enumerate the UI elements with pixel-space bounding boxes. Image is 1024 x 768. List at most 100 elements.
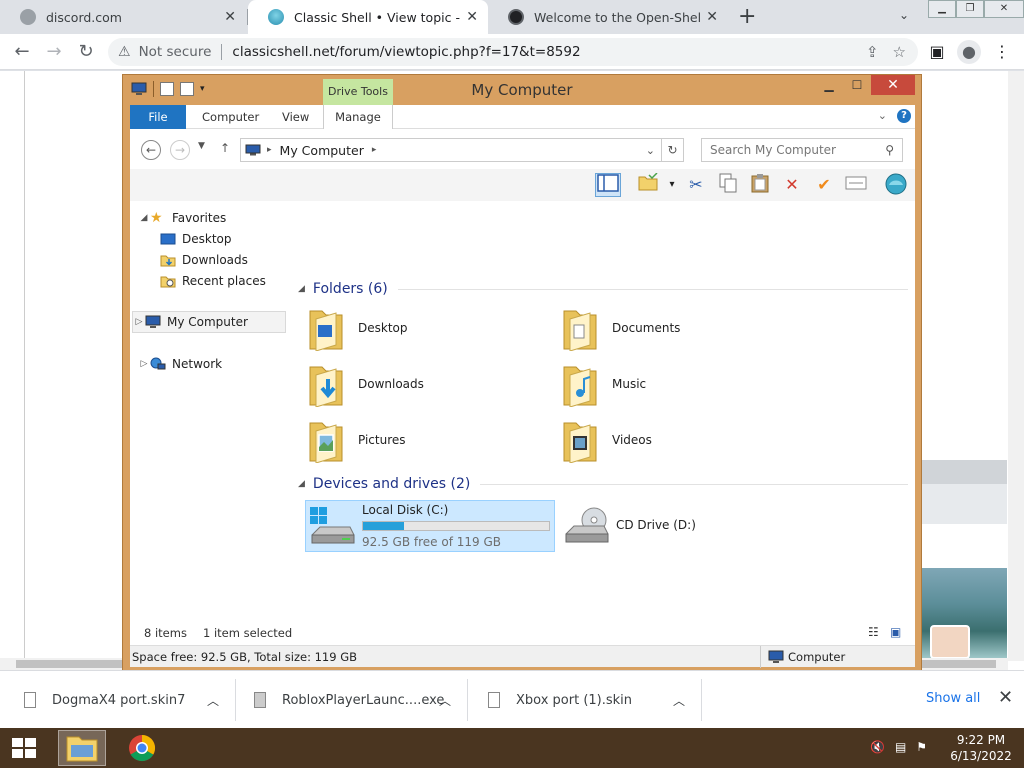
delete-icon[interactable]: ✕ <box>779 173 805 197</box>
rename-check-icon[interactable]: ✔ <box>811 173 837 197</box>
chevron-down-icon[interactable]: ▾ <box>659 173 685 197</box>
drive-label: Local Disk (C:) <box>362 503 449 517</box>
desktop-icon <box>160 233 176 245</box>
download-item[interactable]: DogmaX4 port.skin7 ︿ <box>24 679 236 721</box>
close-icon[interactable]: ✕ <box>224 9 236 25</box>
tab-manage[interactable]: Manage <box>323 105 393 129</box>
chevron-up-icon[interactable]: ︿ <box>207 692 219 709</box>
nav-favorites[interactable]: ◢ ★ Favorites <box>138 207 294 229</box>
vertical-scrollbar[interactable] <box>1008 71 1024 661</box>
folder-item-desktop[interactable]: Desktop <box>306 302 546 354</box>
download-item[interactable]: Xbox port (1).skin ︿ <box>488 679 702 721</box>
cut-icon[interactable]: ✂ <box>683 173 709 197</box>
refresh-icon[interactable]: ↻ <box>662 138 684 162</box>
folder-item-music[interactable]: Music <box>560 358 800 410</box>
collapse-icon[interactable]: ◢ <box>298 479 305 489</box>
shell-icon[interactable] <box>883 173 909 197</box>
explorer-address-bar[interactable]: ▸ My Computer ▸ ⌄ <box>240 138 662 162</box>
drive-item-c[interactable]: Local Disk (C:) 92.5 GB free of 119 GB <box>305 500 555 552</box>
downloads-folder-icon <box>309 366 343 407</box>
search-input[interactable]: Search My Computer ⚲ <box>701 138 903 162</box>
address-bar[interactable]: ⚠ Not secure classicshell.net/forum/view… <box>108 38 918 66</box>
action-center-icon[interactable]: ⚑ <box>916 740 927 754</box>
close-icon[interactable]: ✕ <box>706 9 718 25</box>
expand-icon[interactable]: ◢ <box>138 213 150 223</box>
properties-icon[interactable] <box>160 82 174 96</box>
help-icon[interactable]: ? <box>897 109 911 123</box>
folder-item-downloads[interactable]: Downloads <box>306 358 546 410</box>
minimize-icon[interactable]: ▁ <box>815 75 843 95</box>
chevron-down-icon[interactable]: ⌄ <box>646 144 655 157</box>
nav-recent-places[interactable]: Recent places <box>160 270 316 292</box>
taskbar-chrome[interactable] <box>118 730 166 766</box>
tab-file[interactable]: File <box>130 105 186 129</box>
folder-item-videos[interactable]: Videos <box>560 414 800 466</box>
network-icon[interactable]: ▤ <box>895 740 906 754</box>
shell-icon <box>268 9 284 25</box>
new-folder-icon[interactable] <box>180 82 194 96</box>
taskbar-file-explorer[interactable] <box>58 730 106 766</box>
preview-pane-icon[interactable] <box>595 173 621 197</box>
explorer-titlebar[interactable]: My Computer ▾ Drive Tools ▁ ☐ ✕ <box>123 75 921 105</box>
close-icon[interactable]: ✕ <box>984 0 1024 18</box>
details-view-icon[interactable]: ☷ <box>868 625 879 639</box>
paste-icon[interactable] <box>747 173 773 197</box>
close-icon[interactable]: ✕ <box>466 9 478 25</box>
side-panel-icon[interactable]: ▣ <box>925 40 949 64</box>
download-item[interactable]: RobloxPlayerLaunc....exe ︿ <box>254 679 468 721</box>
nav-label: Downloads <box>182 253 248 267</box>
close-icon[interactable]: ✕ <box>871 75 915 95</box>
nav-network[interactable]: ▷ Network <box>138 353 294 375</box>
tab-computer[interactable]: Computer <box>190 105 271 129</box>
reload-icon[interactable]: ↻ <box>74 40 98 64</box>
minimize-icon[interactable]: ▁ <box>928 0 956 18</box>
back-icon[interactable]: ← <box>141 140 161 160</box>
up-icon[interactable]: ↑ <box>220 141 230 155</box>
file-icon <box>24 692 36 708</box>
chevron-right-icon[interactable]: ▸ <box>372 145 377 155</box>
system-clock[interactable]: 9:22 PM 6/13/2022 <box>946 732 1016 764</box>
start-icon[interactable] <box>8 736 40 760</box>
properties-icon[interactable] <box>843 173 869 197</box>
folder-item-documents[interactable]: Documents <box>560 302 800 354</box>
expand-icon[interactable]: ▷ <box>138 359 150 369</box>
forward-icon[interactable]: → <box>42 40 66 64</box>
nav-downloads[interactable]: Downloads <box>160 249 316 271</box>
bookmark-star-icon[interactable]: ☆ <box>893 43 906 61</box>
share-icon[interactable]: ⇪ <box>866 43 879 61</box>
tab-discord[interactable]: discord.com ✕ <box>0 0 246 34</box>
nav-my-computer[interactable]: ▷ My Computer <box>132 311 286 333</box>
back-icon[interactable]: ← <box>10 40 34 64</box>
chevron-up-icon[interactable]: ︿ <box>673 692 685 709</box>
address-path[interactable]: My Computer <box>280 143 364 158</box>
chevron-right-icon[interactable]: ▸ <box>267 145 272 155</box>
large-icons-view-icon[interactable]: ▣ <box>890 625 901 639</box>
devices-header[interactable]: ◢ Devices and drives (2) <box>298 476 908 492</box>
forward-icon[interactable]: → <box>170 140 190 160</box>
collapse-icon[interactable]: ◢ <box>298 284 305 294</box>
restore-icon[interactable]: ❐ <box>956 0 984 18</box>
show-all-link[interactable]: Show all <box>926 691 980 706</box>
select-folder-icon[interactable] <box>635 172 661 197</box>
maximize-icon[interactable]: ☐ <box>843 75 871 95</box>
expand-icon[interactable]: ▷ <box>133 317 145 327</box>
new-tab-icon[interactable]: + <box>738 4 756 29</box>
folders-header[interactable]: ◢ Folders (6) <box>298 281 908 297</box>
tab-open-shell[interactable]: Welcome to the Open-Shell-Men ✕ <box>488 0 728 34</box>
chevron-up-icon[interactable]: ︿ <box>439 692 451 709</box>
tab-classic-shell[interactable]: Classic Shell • View topic - Dogm ✕ <box>248 0 488 34</box>
recent-locations-icon[interactable]: ▼ <box>198 141 205 151</box>
nav-desktop[interactable]: Desktop <box>160 228 316 250</box>
folder-item-pictures[interactable]: Pictures <box>306 414 546 466</box>
chevron-down-icon[interactable]: ⌄ <box>899 8 909 22</box>
copy-icon[interactable] <box>715 173 741 197</box>
menu-icon[interactable]: ⋮ <box>990 40 1014 64</box>
close-icon[interactable]: ✕ <box>998 687 1013 708</box>
profile-avatar-icon[interactable]: ● <box>957 40 981 64</box>
drive-item-d[interactable]: CD Drive (D:) <box>560 500 810 552</box>
volume-muted-icon[interactable]: 🔇 <box>870 740 885 754</box>
tab-title: discord.com <box>46 9 122 25</box>
tab-view[interactable]: View <box>270 105 321 129</box>
chevron-down-icon[interactable]: ⌄ <box>878 109 887 123</box>
chevron-down-icon[interactable]: ▾ <box>200 84 205 94</box>
